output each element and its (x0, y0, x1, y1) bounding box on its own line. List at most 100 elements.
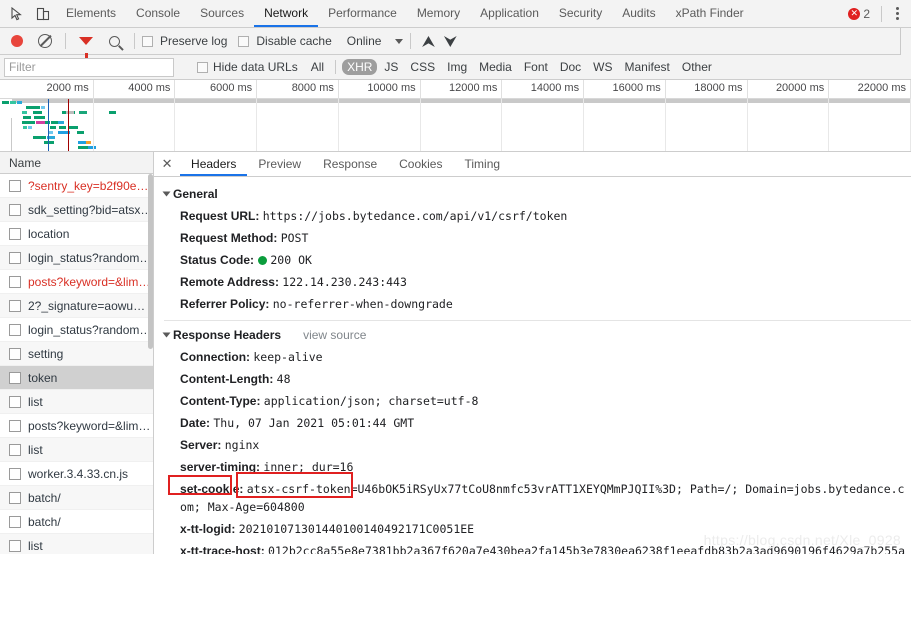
header-value: application/json; charset=utf-8 (263, 394, 479, 408)
request-list-scrollbar[interactable] (148, 174, 154, 349)
header-key: set-cookie: (180, 482, 247, 496)
type-filter-css[interactable]: CSS (405, 59, 440, 75)
general-section-title: General (173, 187, 218, 201)
request-name: setting (28, 346, 64, 361)
header-key: Connection: (180, 350, 254, 364)
request-row[interactable]: ?sentry_key=b2f90e3bf7804cf... (0, 174, 154, 198)
filter-funnel-icon[interactable] (73, 28, 99, 58)
request-name: location (28, 226, 70, 241)
filter-input[interactable] (4, 57, 174, 77)
timeline-gridline (175, 99, 258, 151)
control-bar-overflow[interactable] (900, 28, 911, 55)
detail-tab-headers[interactable]: Headers (180, 152, 247, 176)
hide-data-urls-row[interactable]: Hide data URLs (192, 60, 298, 74)
request-row[interactable]: setting (0, 342, 154, 366)
inspect-element-icon[interactable] (4, 1, 30, 27)
request-type-icon (9, 299, 21, 312)
tab-xpath-finder[interactable]: xPath Finder (666, 0, 754, 27)
type-filter-ws[interactable]: WS (588, 59, 617, 75)
network-control-bar: Preserve log Disable cache Online ⮝ ⮟ (0, 28, 911, 58)
type-filter-js[interactable]: JS (379, 59, 403, 75)
devtools-tab-strip: Elements Console Sources Network Perform… (0, 0, 911, 28)
throttling-select[interactable]: Online (347, 34, 404, 48)
tab-network[interactable]: Network (254, 0, 318, 27)
tab-security[interactable]: Security (549, 0, 612, 27)
type-filter-other[interactable]: Other (677, 59, 717, 75)
tab-elements[interactable]: Elements (56, 0, 126, 27)
request-name: posts?keyword=&limit=10&of... (28, 274, 153, 289)
device-toolbar-icon[interactable] (30, 1, 56, 27)
request-row[interactable]: login_status?random=517872 (0, 246, 154, 270)
header-value: 200 OK (270, 253, 312, 267)
request-row[interactable]: posts?keyword=&limit=10&of... (0, 414, 154, 438)
type-filter-xhr[interactable]: XHR (342, 59, 378, 75)
detail-tab-cookies[interactable]: Cookies (388, 152, 453, 176)
type-filter-media[interactable]: Media (474, 59, 517, 75)
general-rows: Request URL: https://jobs.bytedance.com/… (154, 205, 911, 315)
tab-sources[interactable]: Sources (190, 0, 254, 27)
header-key: Content-Type: (180, 394, 264, 408)
disable-cache-checkbox[interactable] (238, 35, 250, 47)
response-headers-section-header[interactable]: Response Headers view source (154, 324, 911, 346)
detail-tab-response[interactable]: Response (312, 152, 388, 176)
request-type-icon (9, 227, 21, 240)
request-row[interactable]: token (0, 366, 154, 390)
request-row[interactable]: worker.3.4.33.cn.js (0, 462, 154, 486)
request-row[interactable]: sdk_setting?bid=atsx_fe (0, 198, 154, 222)
request-row[interactable]: list (0, 534, 154, 554)
tab-application[interactable]: Application (470, 0, 549, 27)
import-har-icon[interactable]: ⮝ (418, 33, 438, 50)
timeline-tick: 2000 ms (12, 80, 94, 99)
header-key: Status Code: (180, 253, 258, 267)
request-name: login_status?random=418963 (28, 322, 153, 337)
request-row[interactable]: batch/ (0, 510, 154, 534)
section-divider (164, 320, 911, 321)
tab-performance[interactable]: Performance (318, 0, 407, 27)
request-row[interactable]: list (0, 438, 154, 462)
request-name: token (28, 370, 58, 385)
request-row[interactable]: batch/ (0, 486, 154, 510)
tab-memory[interactable]: Memory (407, 0, 470, 27)
close-icon[interactable]: ✕ (154, 156, 180, 172)
detail-tab-preview[interactable]: Preview (247, 152, 312, 176)
tab-audits[interactable]: Audits (612, 0, 665, 27)
request-row[interactable]: 2?_signature=aowuKgAAAACb... (0, 294, 154, 318)
type-filter-all[interactable]: All (306, 59, 329, 75)
type-filter-font[interactable]: Font (519, 59, 553, 75)
request-type-icon (9, 323, 21, 336)
type-filter-manifest[interactable]: Manifest (620, 59, 675, 75)
type-filter-doc[interactable]: Doc (555, 59, 586, 75)
general-row: Remote Address: 122.14.230.243:443 (154, 271, 911, 293)
request-row[interactable]: posts?keyword=&limit=10&of... (0, 270, 154, 294)
error-count-badge[interactable]: ✕ 2 (842, 7, 876, 21)
control-divider-3 (410, 33, 412, 49)
request-name: list (28, 538, 43, 553)
tab-console[interactable]: Console (126, 0, 190, 27)
header-key: Referrer Policy: (180, 297, 273, 311)
hide-data-urls-checkbox[interactable] (197, 61, 208, 73)
general-row: Referrer Policy: no-referrer-when-downgr… (154, 293, 911, 315)
control-divider-1 (65, 33, 66, 49)
request-list-column-header[interactable]: Name (0, 152, 154, 174)
header-value: POST (280, 231, 309, 245)
export-har-icon[interactable]: ⮟ (440, 33, 460, 50)
request-type-icon (9, 515, 21, 528)
detail-tab-timing[interactable]: Timing (453, 152, 511, 176)
request-row[interactable]: login_status?random=418963 (0, 318, 154, 342)
search-icon[interactable] (101, 28, 127, 54)
type-filter-img[interactable]: Img (442, 59, 472, 75)
network-overview[interactable]: 2000 ms 4000 ms 6000 ms 8000 ms 10000 ms 1200… (0, 80, 911, 152)
timeline-gridline (502, 99, 585, 151)
timeline-tick: 4000 ms (94, 80, 176, 99)
preserve-log-checkbox[interactable] (142, 35, 153, 47)
record-button-icon[interactable] (4, 28, 30, 54)
clear-icon[interactable] (32, 28, 58, 54)
request-row[interactable]: location (0, 222, 154, 246)
general-section-header[interactable]: General (154, 183, 911, 205)
request-row[interactable]: list (0, 390, 154, 414)
request-type-icon (9, 443, 21, 456)
request-name: login_status?random=517872 (28, 250, 153, 265)
kebab-menu-icon[interactable] (887, 7, 907, 20)
header-value: no-referrer-when-downgrade (272, 297, 453, 311)
view-source-link[interactable]: view source (303, 328, 366, 342)
